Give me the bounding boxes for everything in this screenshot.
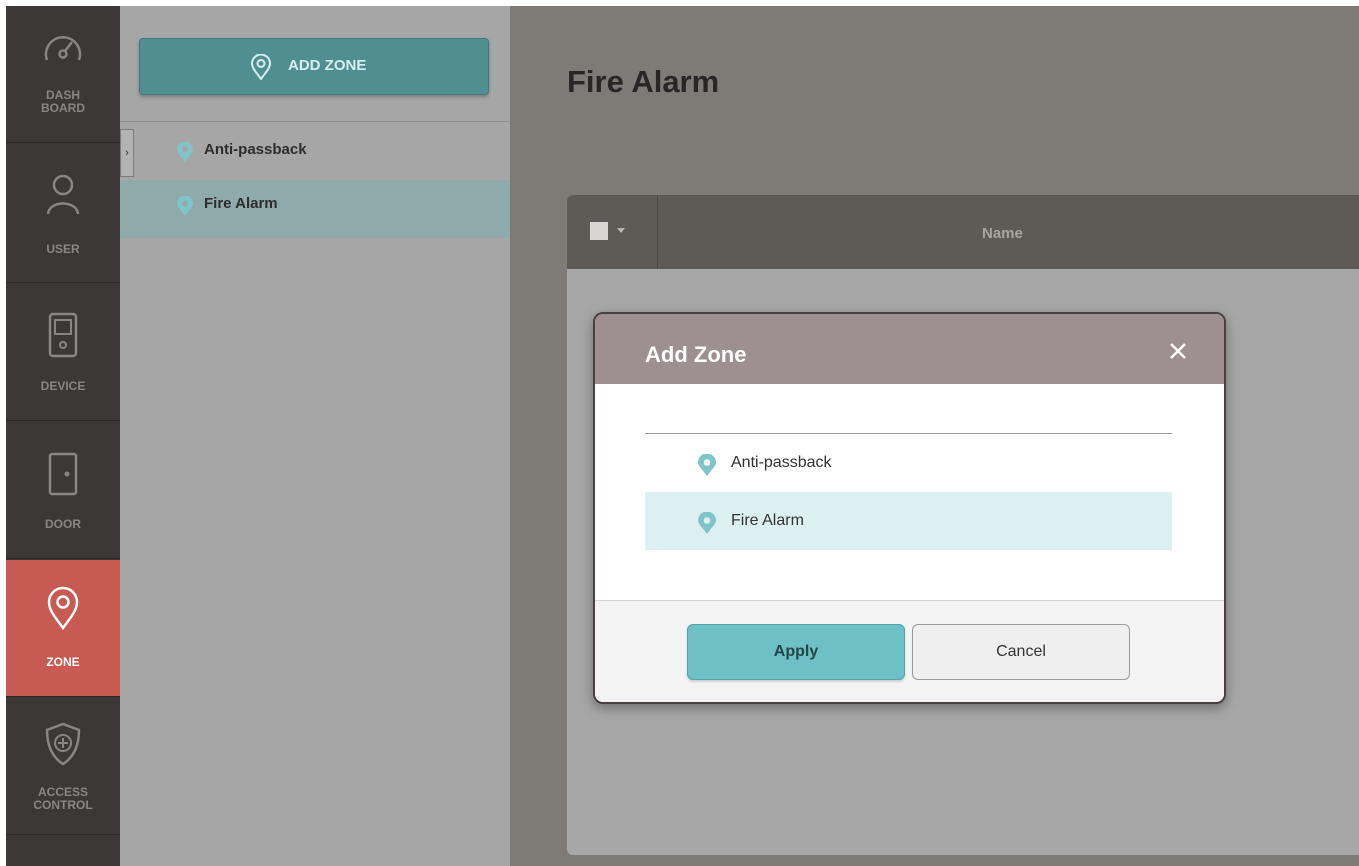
nav-item-user[interactable]: USER bbox=[6, 146, 120, 283]
dialog-item-label: Fire Alarm bbox=[731, 512, 804, 529]
tree-item-fire-alarm[interactable]: Fire Alarm bbox=[120, 180, 510, 238]
dialog-header: Add Zone bbox=[595, 314, 1224, 384]
door-icon bbox=[48, 452, 78, 496]
tree-item-anti-passback[interactable]: Anti-passback bbox=[120, 122, 510, 180]
nav-item-device[interactable]: DEVICE bbox=[6, 284, 120, 421]
select-all-checkbox[interactable] bbox=[590, 222, 608, 240]
page-title: Fire Alarm bbox=[567, 64, 720, 99]
nav-label-dashboard: DASH BOARD bbox=[41, 88, 85, 115]
caret-down-icon[interactable] bbox=[617, 228, 625, 233]
map-pin-icon bbox=[698, 512, 716, 534]
nav-item-dashboard[interactable]: DASH BOARD bbox=[6, 6, 120, 143]
nav-item-zone[interactable]: ZONE bbox=[6, 560, 120, 697]
dialog-footer: Apply Cancel bbox=[595, 600, 1224, 702]
nav-item-access-control[interactable]: ACCESS CONTROL bbox=[6, 698, 120, 835]
map-pin-icon bbox=[177, 142, 193, 162]
column-separator bbox=[657, 195, 658, 269]
access-control-icon bbox=[45, 722, 81, 766]
apply-button[interactable]: Apply bbox=[687, 624, 905, 680]
nav-label-door: DOOR bbox=[45, 517, 81, 531]
nav-item-door[interactable]: DOOR bbox=[6, 422, 120, 559]
add-zone-button[interactable]: ADD ZONE bbox=[139, 38, 489, 95]
column-header-name[interactable]: Name bbox=[982, 225, 1023, 242]
add-zone-dialog: Add Zone Anti-passback Fire Alarm Apply … bbox=[593, 312, 1226, 704]
tree-item-label: Anti-passback bbox=[204, 141, 307, 158]
nav-label-device: DEVICE bbox=[40, 379, 86, 393]
cancel-button[interactable]: Cancel bbox=[912, 624, 1130, 680]
zone-icon bbox=[47, 586, 79, 630]
table-header: Name bbox=[567, 195, 1359, 269]
dialog-title: Add Zone bbox=[645, 342, 747, 367]
tree-item-label: Fire Alarm bbox=[204, 195, 278, 212]
zone-pin-icon bbox=[250, 54, 272, 80]
map-pin-icon bbox=[177, 196, 193, 216]
map-pin-icon bbox=[698, 454, 716, 476]
device-icon bbox=[48, 312, 78, 358]
gauge-icon bbox=[44, 36, 82, 61]
user-icon bbox=[46, 174, 80, 215]
dialog-item-fire-alarm[interactable]: Fire Alarm bbox=[645, 492, 1172, 550]
dialog-item-anti-passback[interactable]: Anti-passback bbox=[645, 434, 1172, 492]
nav-label-zone: ZONE bbox=[46, 655, 80, 669]
nav-label-access-control: ACCESS CONTROL bbox=[33, 785, 93, 812]
nav-label-user: USER bbox=[46, 242, 80, 256]
add-zone-label: ADD ZONE bbox=[288, 57, 367, 74]
close-icon[interactable] bbox=[1167, 340, 1189, 362]
dialog-item-label: Anti-passback bbox=[731, 454, 832, 471]
zone-panel: ADD ZONE › Anti-passback Fire Alarm bbox=[120, 6, 510, 866]
main-nav: DASH BOARD USER DEVICE DOOR ZONE ACCESS … bbox=[6, 6, 120, 866]
